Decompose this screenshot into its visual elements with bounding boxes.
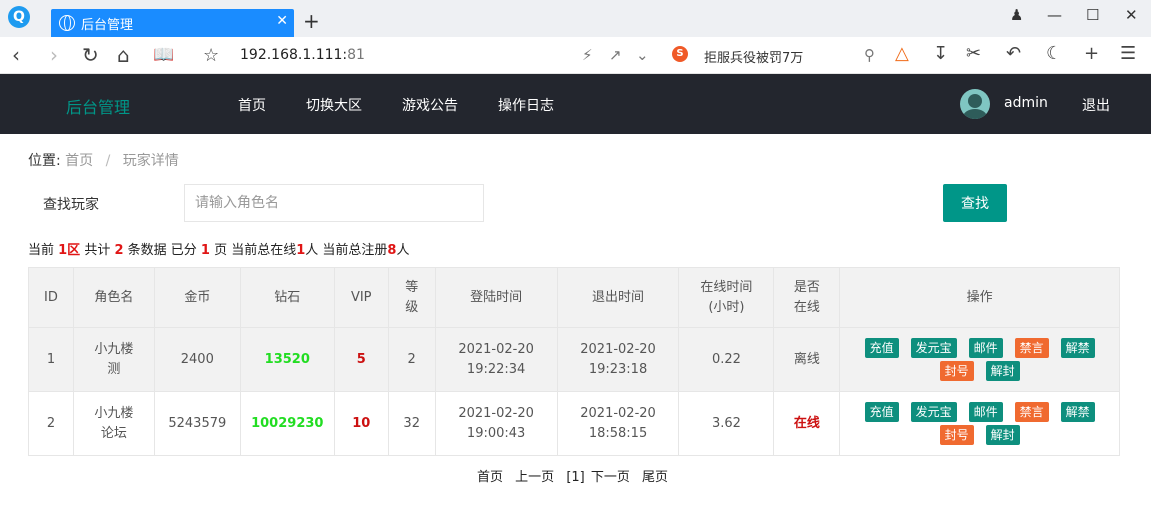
home-icon[interactable]: ⌂: [117, 43, 130, 67]
maximize-icon[interactable]: ☐: [1086, 6, 1099, 24]
send-yuanbao-button[interactable]: 发元宝: [910, 337, 957, 358]
recharge-button[interactable]: 充值: [864, 401, 899, 422]
col-is-online: 是否 在线: [773, 267, 841, 328]
search-label: 查找玩家: [43, 197, 99, 213]
ban-button[interactable]: 封号: [939, 424, 974, 445]
pagination: 首页 上一页 [1] 下一页 尾页: [477, 466, 676, 485]
breadcrumb-separator: /: [105, 153, 111, 169]
mute-button[interactable]: 禁言: [1014, 401, 1049, 422]
share-icon[interactable]: ↗: [609, 46, 622, 64]
mail-button[interactable]: 邮件: [968, 337, 1003, 358]
star-icon[interactable]: ☆: [203, 45, 219, 66]
unmute-button[interactable]: 解禁: [1060, 337, 1095, 358]
page-first[interactable]: 首页: [477, 470, 503, 485]
reader-icon[interactable]: 📖: [153, 45, 174, 65]
col-name: 角色名: [72, 267, 155, 328]
logout-link[interactable]: 退出: [1082, 95, 1110, 115]
download-icon[interactable]: ↧: [933, 43, 948, 64]
tab-close-icon[interactable]: ✕: [276, 13, 288, 29]
url-port: 81: [347, 47, 365, 63]
col-online-hours: 在线时间 (小时): [678, 267, 775, 328]
summary-line: 当前 1区 共计 2 条数据 已分 1 页 当前总在线1人 当前总注册8人: [28, 243, 410, 258]
breadcrumb-current: 玩家详情: [122, 153, 179, 169]
url-field[interactable]: 192.168.1.111:81: [240, 47, 365, 63]
col-diamond: 钻石: [239, 267, 335, 328]
breadcrumb: 位置: 首页 / 玩家详情: [28, 150, 179, 170]
minimize-icon[interactable]: —: [1047, 6, 1062, 24]
search-engine-icon[interactable]: S: [672, 46, 688, 62]
browser-address-bar: ‹ › ↻ ⌂ 📖 ☆ 192.168.1.111:81 ⚡ ↗ ⌄ S 拒服兵…: [0, 37, 1151, 74]
app-logo[interactable]: 后台管理: [66, 94, 130, 118]
unmute-button[interactable]: 解禁: [1060, 401, 1095, 422]
chevron-down-icon[interactable]: ⌄: [636, 46, 649, 64]
table-header-row: ID 角色名 金币 钻石 VIP 等级 登陆时间 退出时间 在线时间 (小时) 是…: [28, 267, 1120, 328]
col-id: ID: [28, 267, 74, 328]
menu-icon[interactable]: ☰: [1120, 43, 1136, 64]
table-row: 2 小九楼 论坛 5243579 10029230 10 32 2021-02-2…: [28, 391, 1120, 456]
breadcrumb-home[interactable]: 首页: [65, 153, 93, 169]
col-actions: 操作: [839, 267, 1120, 328]
plus-icon[interactable]: +: [1084, 43, 1099, 64]
tab-title: 后台管理: [81, 18, 134, 33]
refresh-icon[interactable]: ↻: [82, 43, 99, 67]
forward-icon[interactable]: ›: [50, 43, 58, 67]
unban-button[interactable]: 解封: [985, 424, 1020, 445]
players-table: ID 角色名 金币 钻石 VIP 等级 登陆时间 退出时间 在线时间 (小时) 是…: [28, 267, 1120, 456]
avatar[interactable]: [960, 89, 990, 119]
page-prev[interactable]: 上一页: [515, 470, 554, 485]
unban-button[interactable]: 解封: [985, 360, 1020, 381]
lightning-icon[interactable]: ⚡: [582, 46, 593, 64]
nav-announcements[interactable]: 游戏公告: [402, 95, 458, 115]
browser-search-text[interactable]: 拒服兵役被罚7万: [704, 47, 803, 66]
nav-operation-log[interactable]: 操作日志: [498, 95, 554, 115]
back-icon[interactable]: ‹: [12, 43, 20, 67]
new-tab-button[interactable]: +: [303, 9, 320, 33]
nav-switch-zone[interactable]: 切换大区: [306, 95, 362, 115]
online-count: 1: [296, 243, 306, 258]
page-last[interactable]: 尾页: [642, 470, 668, 485]
username[interactable]: admin: [1004, 95, 1048, 111]
ban-button[interactable]: 封号: [939, 360, 974, 381]
col-gold: 金币: [153, 267, 241, 328]
search-icon[interactable]: ⚲: [864, 46, 875, 64]
browser-tab-bar: Q 后台管理 ✕ + ♟ — ☐ ✕: [0, 0, 1151, 37]
mute-button[interactable]: 禁言: [1014, 337, 1049, 358]
page-next[interactable]: 下一页: [591, 470, 630, 485]
row-actions: 充值 发元宝 邮件 禁言 解禁封号 解封: [839, 327, 1120, 392]
send-yuanbao-button[interactable]: 发元宝: [910, 401, 957, 422]
mail-button[interactable]: 邮件: [968, 401, 1003, 422]
shirt-icon[interactable]: ♟: [1010, 6, 1023, 24]
col-logout-time: 退出时间: [556, 267, 680, 328]
close-window-icon[interactable]: ✕: [1125, 6, 1138, 24]
globe-icon: [59, 15, 75, 31]
row-actions: 充值 发元宝 邮件 禁言 解禁封号 解封: [839, 391, 1120, 456]
app-header: 后台管理 首页 切换大区 游戏公告 操作日志 admin 退出: [0, 74, 1151, 134]
night-mode-icon[interactable]: ☾: [1046, 43, 1062, 64]
col-level: 等级: [387, 267, 436, 328]
browser-tab[interactable]: 后台管理 ✕: [51, 9, 294, 37]
undo-icon[interactable]: ↶: [1006, 43, 1021, 64]
status-badge: 在线: [773, 391, 841, 456]
table-row: 1 小九楼测 2400 13520 5 2 2021-02-20 19:22:34…: [28, 327, 1120, 392]
record-count: 2: [114, 243, 124, 258]
search-button[interactable]: 查找: [943, 184, 1007, 222]
status-badge: 离线: [773, 327, 841, 392]
page-count: 1: [200, 243, 210, 258]
page-current: [1]: [566, 470, 585, 485]
gamepad-icon[interactable]: △: [895, 43, 909, 64]
url-host: 192.168.1.111:: [240, 47, 348, 63]
current-zone: 1区: [58, 243, 81, 258]
col-login-time: 登陆时间: [434, 267, 558, 328]
breadcrumb-prefix: 位置:: [28, 153, 61, 169]
col-vip: VIP: [333, 267, 389, 328]
browser-logo-icon: Q: [8, 6, 30, 28]
nav-home[interactable]: 首页: [238, 95, 266, 115]
search-input[interactable]: [184, 184, 484, 222]
scissors-icon[interactable]: ✂: [966, 43, 981, 64]
recharge-button[interactable]: 充值: [864, 337, 899, 358]
